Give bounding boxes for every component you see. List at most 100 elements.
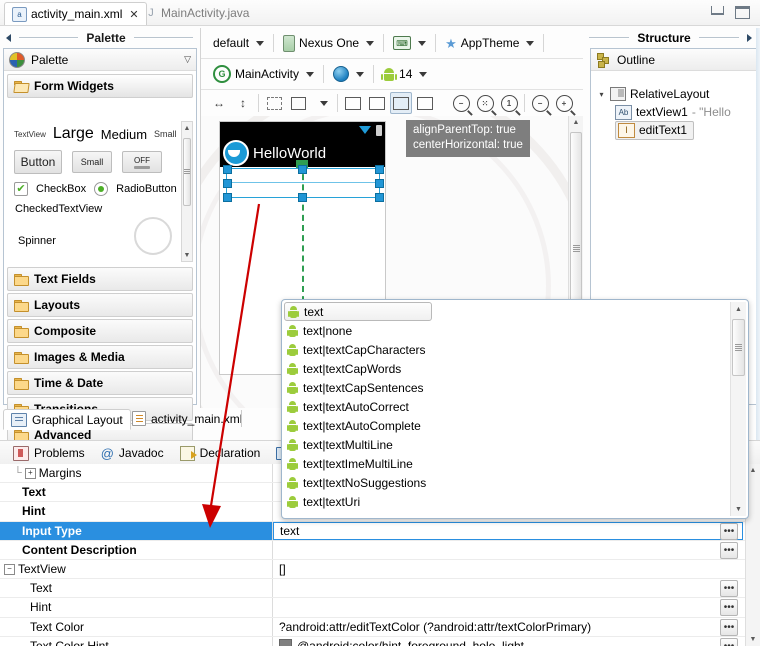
list-item[interactable]: text|textNoSuggestions [284, 473, 730, 492]
margins-icon[interactable] [414, 92, 436, 114]
palette-item-spinner[interactable]: Spinner [18, 235, 56, 247]
show-outlines-icon[interactable] [263, 92, 285, 114]
resize-handle[interactable] [375, 179, 384, 188]
chevron-down-icon[interactable] [256, 40, 265, 46]
palette-group-images-media[interactable]: Images & Media [7, 345, 193, 369]
tree-node-textview1[interactable]: Ab textView1 - "Hello [597, 103, 760, 121]
list-item[interactable]: text|none [284, 321, 730, 340]
checkbox-icon[interactable]: ✔ [14, 182, 28, 196]
palette-group-composite[interactable]: Composite [7, 319, 193, 343]
palette-group-layouts[interactable]: Layouts [7, 293, 193, 317]
table-row-input-type[interactable]: Input Type text ••• [0, 521, 760, 541]
tree-node-edittext1[interactable]: I editText1 [597, 120, 760, 140]
outline-tab[interactable]: Outline [591, 49, 760, 71]
fit-canvas-icon[interactable] [287, 92, 309, 114]
dropdown-scrollbar[interactable]: ▲ ▼ [730, 302, 746, 516]
config-default-dropdown[interactable]: default [207, 36, 270, 50]
input-type-dropdown[interactable]: text text|none text|textCapCharacters te… [281, 299, 749, 519]
zoom-100-icon[interactable]: 1 [498, 92, 520, 114]
property-value[interactable]: ?android:attr/editTextColor (?android:at… [273, 618, 760, 636]
input-type-value-field[interactable]: text [273, 521, 743, 540]
align-left-icon[interactable] [342, 92, 364, 114]
palette-item-textviews[interactable]: TextView Large Medium Small [8, 121, 194, 143]
config-locale-globe-dropdown[interactable] [327, 66, 370, 82]
resize-handle[interactable] [223, 193, 232, 202]
tab-declaration[interactable]: Declaration [172, 445, 269, 461]
open-editor-button[interactable]: ••• [720, 522, 738, 540]
palette-item-checkedtextview[interactable]: CheckedTextView [15, 203, 102, 215]
palette-group-text-fields[interactable]: Text Fields [7, 267, 193, 291]
table-row[interactable]: Text ••• [0, 579, 760, 599]
table-row[interactable]: Text Color ?android:attr/editTextColor (… [0, 617, 760, 637]
list-item[interactable]: text|textImeMultiLine [284, 454, 730, 473]
chevron-down-icon[interactable] [311, 92, 333, 114]
resize-handle[interactable] [223, 179, 232, 188]
resize-handle[interactable] [223, 165, 232, 174]
scroll-up-icon[interactable]: ▲ [569, 116, 583, 129]
palette-item-large[interactable]: Large [53, 125, 94, 143]
palette-group-time-date[interactable]: Time & Date [7, 371, 193, 395]
tree-node-relativelayout[interactable]: ▾ RelativeLayout [597, 85, 760, 103]
palette-item-small[interactable]: Small [154, 129, 177, 139]
zoom-minus-icon[interactable]: − [529, 92, 551, 114]
scroll-down-icon[interactable]: ▼ [182, 249, 192, 261]
toggle-height-icon[interactable]: ↕ [232, 92, 254, 114]
palette-item-textview[interactable]: TextView [14, 130, 46, 139]
list-item[interactable]: text [284, 302, 432, 321]
chevron-down-icon[interactable] [418, 40, 427, 46]
open-editor-button[interactable]: ••• [720, 580, 738, 598]
property-value[interactable]: ••• [273, 541, 760, 559]
tab-problems[interactable]: Problems [5, 445, 93, 461]
editor-tab-mainactivity-java[interactable]: J MainActivity.java [138, 2, 256, 24]
palette-item-checkbox[interactable]: CheckBox [36, 183, 86, 195]
resize-handle[interactable] [375, 165, 384, 174]
resize-handle[interactable] [298, 193, 307, 202]
list-item[interactable]: text|textCapWords [284, 359, 730, 378]
zoom-out-icon[interactable]: − [450, 92, 472, 114]
zoom-fit-icon[interactable]: ⁙ [474, 92, 496, 114]
table-row[interactable]: Text Color Hint @android:color/hint_fore… [0, 636, 760, 646]
scroll-up-icon[interactable]: ▲ [182, 122, 192, 134]
config-locale-dropdown[interactable]: ⌨ [387, 36, 432, 50]
minimize-icon[interactable] [711, 6, 724, 15]
expand-right-icon[interactable] [747, 34, 752, 42]
chevron-down-icon[interactable] [366, 40, 375, 46]
open-editor-button[interactable]: ••• [720, 541, 738, 559]
palette-item-small-button[interactable]: Small [72, 151, 112, 173]
list-item[interactable]: text|textCapSentences [284, 378, 730, 397]
tab-graphical-layout[interactable]: Graphical Layout [3, 409, 131, 430]
table-row[interactable]: Content Description ••• [0, 540, 760, 560]
property-value[interactable]: [] [273, 560, 760, 578]
tab-xml-source[interactable]: activity_main.xml [125, 409, 249, 428]
collapse-icon[interactable]: − [4, 563, 15, 575]
chevron-down-icon[interactable] [526, 40, 535, 46]
zoom-plus-icon[interactable]: + [553, 92, 575, 114]
palette-tab[interactable]: Palette ▽ [4, 49, 196, 71]
palette-scrollbar[interactable]: ▲ ▼ [181, 121, 193, 262]
property-value-editor[interactable]: text ••• [273, 521, 760, 540]
collapse-left-icon[interactable] [6, 34, 11, 42]
config-device-dropdown[interactable]: Nexus One [277, 34, 380, 52]
property-value[interactable]: @android:color/hint_foreground_holo_ligh… [273, 637, 760, 646]
table-row-textview-group[interactable]: − TextView [] [0, 559, 760, 580]
scrollbar-thumb[interactable] [732, 319, 745, 376]
open-editor-button[interactable]: ••• [720, 599, 738, 617]
baseline-icon[interactable] [390, 92, 412, 114]
chevron-down-icon[interactable]: ▽ [184, 54, 191, 65]
distribute-icon[interactable] [366, 92, 388, 114]
list-item[interactable]: text|textAutoComplete [284, 416, 730, 435]
list-item[interactable]: text|textMultiLine [284, 435, 730, 454]
property-value[interactable]: ••• [273, 579, 760, 598]
config-theme-dropdown[interactable]: ★ AppTheme [439, 36, 540, 50]
property-value[interactable]: ••• [273, 598, 760, 617]
list-item[interactable]: text|textAutoCorrect [284, 397, 730, 416]
list-item[interactable]: text|textUri [284, 492, 730, 511]
expand-arrow-icon[interactable]: ▾ [597, 90, 606, 99]
toggle-width-icon[interactable]: ↔ [208, 92, 230, 114]
config-api-level-dropdown[interactable]: 14 [377, 67, 433, 81]
maximize-icon[interactable] [735, 6, 750, 19]
resize-handle[interactable] [375, 193, 384, 202]
palette-item-button[interactable]: Button [14, 150, 62, 174]
palette-group-form-widgets[interactable]: Form Widgets [7, 74, 193, 98]
open-editor-button[interactable]: ••• [720, 618, 738, 636]
